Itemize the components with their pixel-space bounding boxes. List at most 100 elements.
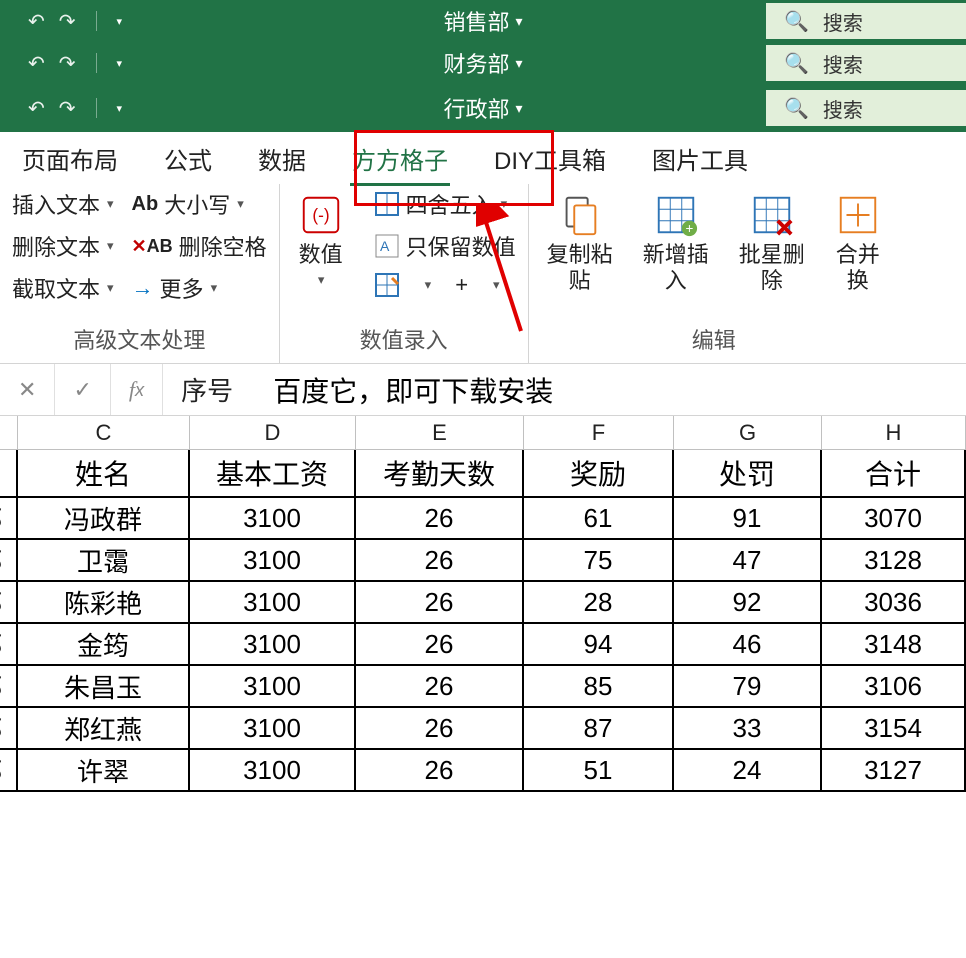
tab-data[interactable]: 数据 [254, 133, 310, 184]
cell[interactable]: 3100 [190, 750, 356, 792]
cell[interactable]: 47 [674, 540, 822, 582]
col-header-h[interactable]: H [822, 416, 966, 449]
cell[interactable]: 85 [524, 666, 674, 708]
header-attendance[interactable]: 考勤天数 [356, 450, 524, 498]
search-box-1[interactable]: 🔍 搜索 [766, 3, 966, 39]
tab-picture-tools[interactable]: 图片工具 [648, 133, 752, 184]
search-box-2[interactable]: 🔍 搜索 [766, 45, 966, 81]
cell[interactable]: 3070 [822, 498, 966, 540]
redo-icon[interactable]: ↷ [59, 9, 76, 34]
numeric-extra-button[interactable]: ▾ + ▾ [374, 272, 516, 298]
cell[interactable]: 卫霭 [18, 540, 190, 582]
extract-text-button[interactable]: 截取文本 ▾ [12, 272, 114, 304]
cell[interactable]: 24 [674, 750, 822, 792]
tab-diy-toolbox[interactable]: DIY工具箱 [490, 133, 610, 184]
header-total[interactable]: 合计 [822, 450, 966, 498]
cancel-button[interactable]: ✕ [0, 364, 55, 415]
round-button[interactable]: 四舍五入 ▾ [374, 188, 516, 220]
row-stub[interactable]: 阝 [0, 666, 18, 708]
formula-input[interactable]: 序号 百度它，即可下载安装 [163, 370, 966, 410]
cell[interactable]: 26 [356, 666, 524, 708]
col-header[interactable] [0, 416, 18, 449]
fx-button[interactable]: fx [111, 364, 163, 415]
cell[interactable]: 陈彩艳 [18, 582, 190, 624]
redo-icon[interactable]: ↷ [59, 51, 76, 76]
title-dropdown-icon[interactable]: ▾ [515, 55, 522, 72]
more-button[interactable]: → 更多 ▾ [132, 272, 267, 304]
cell[interactable]: 3100 [190, 624, 356, 666]
header-penalty[interactable]: 处罚 [674, 450, 822, 498]
qat-customize-icon[interactable]: ▾ [117, 15, 123, 28]
cell[interactable]: 许翠 [18, 750, 190, 792]
cell[interactable]: 61 [524, 498, 674, 540]
cell[interactable]: 94 [524, 624, 674, 666]
cell[interactable]: 3100 [190, 540, 356, 582]
cell[interactable]: 金筠 [18, 624, 190, 666]
cell[interactable]: 75 [524, 540, 674, 582]
case-button[interactable]: Ab 大小写 ▾ [132, 188, 267, 220]
cell[interactable]: 26 [356, 540, 524, 582]
cell[interactable]: 26 [356, 708, 524, 750]
cell[interactable]: 26 [356, 624, 524, 666]
cell[interactable]: 朱昌玉 [18, 666, 190, 708]
undo-icon[interactable]: ↶ [28, 9, 45, 34]
col-header-e[interactable]: E [356, 416, 524, 449]
tab-fanggezi[interactable]: 方方格子 [348, 133, 452, 184]
cell[interactable]: 26 [356, 582, 524, 624]
cell[interactable]: 3106 [822, 666, 966, 708]
cell[interactable]: 3128 [822, 540, 966, 582]
cell[interactable]: 46 [674, 624, 822, 666]
delete-space-button[interactable]: ✕AB 删除空格 [132, 230, 267, 262]
tab-page-layout[interactable]: 页面布局 [18, 133, 122, 184]
undo-icon[interactable]: ↶ [28, 51, 45, 76]
new-insert-button[interactable]: + 新增插 入 [637, 188, 715, 299]
insert-text-button[interactable]: 插入文本 ▾ [12, 188, 114, 220]
cell[interactable]: 3127 [822, 750, 966, 792]
merge-button[interactable]: 合并 换 [829, 188, 887, 299]
cell[interactable]: 3148 [822, 624, 966, 666]
row-stub[interactable]: 阝 [0, 750, 18, 792]
title-dropdown-icon[interactable]: ▾ [515, 100, 522, 117]
cell[interactable]: 28 [524, 582, 674, 624]
keep-value-button[interactable]: A 只保留数值 [374, 230, 516, 262]
col-header-d[interactable]: D [190, 416, 356, 449]
cell[interactable]: 33 [674, 708, 822, 750]
cell[interactable]: 87 [524, 708, 674, 750]
row-stub[interactable]: 阝 [0, 708, 18, 750]
cell[interactable]: 26 [356, 498, 524, 540]
col-header-c[interactable]: C [18, 416, 190, 449]
row-stub[interactable]: 阝 [0, 624, 18, 666]
col-header-g[interactable]: G [674, 416, 822, 449]
batch-delete-button[interactable]: 批星删 除 [733, 188, 811, 299]
header-name[interactable]: 姓名 [18, 450, 190, 498]
cell[interactable]: 3100 [190, 708, 356, 750]
title-dropdown-icon[interactable]: ▾ [515, 13, 522, 30]
cell[interactable]: 3154 [822, 708, 966, 750]
cell[interactable]: 91 [674, 498, 822, 540]
cell[interactable]: 3100 [190, 498, 356, 540]
cell[interactable]: 92 [674, 582, 822, 624]
undo-icon[interactable]: ↶ [28, 96, 45, 121]
redo-icon[interactable]: ↷ [59, 96, 76, 121]
tab-formulas[interactable]: 公式 [160, 133, 216, 184]
spreadsheet-grid[interactable]: C D E F G H 姓名 基本工资 考勤天数 奖励 处罚 合计 阝冯政群31… [0, 416, 966, 792]
cell[interactable]: 3100 [190, 582, 356, 624]
col-header-f[interactable]: F [524, 416, 674, 449]
cell[interactable]: 26 [356, 750, 524, 792]
row-stub[interactable]: 阝 [0, 498, 18, 540]
cell[interactable]: 79 [674, 666, 822, 708]
copy-paste-button[interactable]: 复制粘 贴 [541, 188, 619, 299]
cell[interactable]: 51 [524, 750, 674, 792]
cell[interactable]: 3100 [190, 666, 356, 708]
cell[interactable]: 冯政群 [18, 498, 190, 540]
qat-customize-icon[interactable]: ▾ [117, 102, 123, 115]
row-stub[interactable]: 阝 [0, 582, 18, 624]
header-base-salary[interactable]: 基本工资 [190, 450, 356, 498]
confirm-button[interactable]: ✓ [55, 364, 110, 415]
delete-text-button[interactable]: 删除文本 ▾ [12, 230, 114, 262]
header-bonus[interactable]: 奖励 [524, 450, 674, 498]
cell[interactable]: 3036 [822, 582, 966, 624]
search-box-3[interactable]: 🔍 搜索 [766, 90, 966, 126]
numeric-button[interactable]: (-) 数值 ▾ [292, 188, 350, 292]
row-stub[interactable]: 阝 [0, 540, 18, 582]
